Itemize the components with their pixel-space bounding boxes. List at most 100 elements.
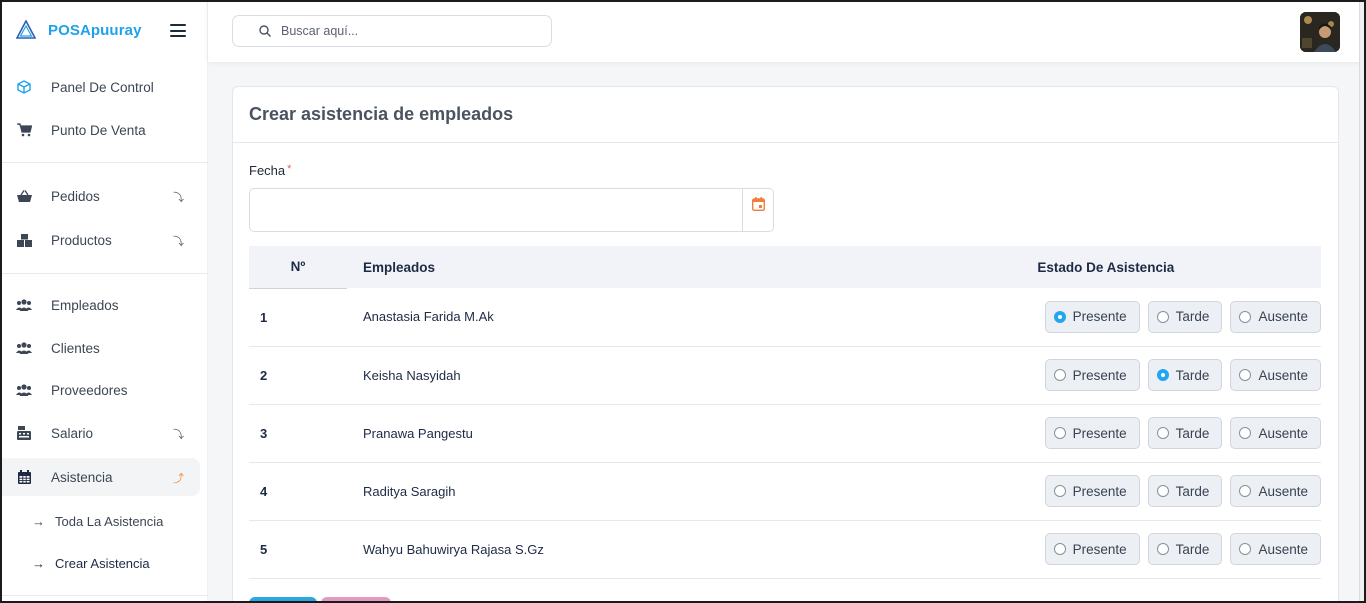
users-icon [16,340,32,356]
radio-button[interactable] [1239,427,1252,439]
save-button[interactable] [249,597,317,603]
radio-button[interactable] [1053,427,1066,439]
calendar-icon [751,197,765,211]
status-option-label: Tarde [1175,367,1210,383]
column-header-number: Nº [249,246,347,289]
search-input[interactable] [281,24,541,38]
radio-button[interactable] [1053,310,1066,323]
status-option-ausente[interactable]: Ausente [1230,417,1321,449]
sidebar-item-asistencia[interactable]: Asistencia ⤴ [0,458,200,496]
status-option-presente[interactable]: Presente [1044,417,1140,449]
radio-button[interactable] [1156,310,1169,323]
status-option-label: Tarde [1175,483,1210,499]
sidebar-item-clientes[interactable]: Clientes [0,329,200,367]
radio-button[interactable] [1156,485,1169,497]
sidebar-item-pedidos[interactable]: Pedidos ⤵ [0,177,200,215]
status-option-tarde[interactable]: Tarde [1147,417,1223,449]
radio-button[interactable] [1053,543,1066,555]
sidebar-item-punto-de-venta[interactable]: Punto De Venta [0,111,200,149]
table-row: 1 Anastasia Farida M.Ak Presente Tarde Ausen… [249,288,1321,347]
status-option-tarde[interactable]: Tarde [1147,475,1223,507]
sidebar-item-label: Proveedores [51,382,128,398]
card-header: Crear asistencia de empleados [233,87,1338,143]
status-option-label: Ausente [1258,309,1308,325]
status-option-presente[interactable]: Presente [1044,359,1140,391]
status-option-ausente[interactable]: Ausente [1230,475,1321,507]
row-number: 3 [249,404,347,463]
sidebar-item-productos[interactable]: Productos ⤵ [0,221,200,259]
attendance-card: Crear asistencia de empleados Fecha * Nº … [232,86,1339,603]
calendar-icon [16,469,32,485]
sidebar: POSApuuray Panel De Control Punto De Ven… [0,0,208,603]
sidebar-subitem-label: Toda La Asistencia [55,513,164,529]
radio-button[interactable] [1239,485,1252,497]
status-option-tarde[interactable]: Tarde [1147,359,1223,391]
status-option-tarde[interactable]: Tarde [1147,300,1223,333]
status-option-label: Presente [1072,541,1127,557]
attendance-status-cell: Presente Tarde Ausente [890,288,1321,347]
sidebar-item-label: Productos [51,232,112,248]
status-option-ausente[interactable]: Ausente [1230,359,1321,391]
status-option-tarde[interactable]: Tarde [1147,533,1223,565]
chevron-icon: ⤵ [173,236,184,248]
status-option-label: Ausente [1258,541,1308,557]
sidebar-item-label: Clientes [51,340,100,356]
sidebar-subitem-crear-asistencia[interactable]: → Crear Asistencia [32,552,150,574]
avatar[interactable] [1300,12,1340,52]
search-icon [259,25,271,37]
sidebar-item-label: Panel De Control [51,79,154,95]
calendar-picker-button[interactable] [742,189,773,231]
boxes-icon [16,232,32,248]
status-option-presente[interactable]: Presente [1044,533,1140,565]
row-number: 2 [249,346,347,405]
arrow-right-icon: → [32,513,45,529]
divider [0,273,208,274]
divider [0,595,208,596]
sidebar-subitem-label: Crear Asistencia [55,555,150,571]
row-number: 4 [249,462,347,521]
date-label-text: Fecha [249,163,286,178]
cash-register-icon [16,425,32,441]
sidebar-item-salario[interactable]: Salario ⤵ [0,414,200,452]
status-option-ausente[interactable]: Ausente [1230,300,1321,333]
attendance-status-cell: Presente Tarde Ausente [890,520,1321,579]
attendance-options: Presente Tarde Ausente [482,417,1321,449]
status-option-label: Presente [1072,367,1127,383]
radio-button[interactable] [1156,369,1169,381]
attendance-status-cell: Presente Tarde Ausente [890,346,1321,405]
users-icon [16,382,32,398]
sidebar-item-empleados[interactable]: Empleados [0,286,200,324]
sidebar-subitem-toda-la-asistencia[interactable]: → Toda La Asistencia [32,510,163,532]
chevron-up-icon: ⤴ [173,473,184,485]
radio-button[interactable] [1239,369,1252,381]
status-option-ausente[interactable]: Ausente [1230,533,1321,565]
radio-button[interactable] [1239,543,1252,555]
row-number: 1 [249,288,347,347]
radio-button[interactable] [1156,427,1169,439]
chevron-icon: ⤵ [173,429,184,441]
table-row: 2 Keisha Nasyidah Presente Tarde Ausente [249,346,1321,405]
status-option-presente[interactable]: Presente [1044,300,1140,333]
radio-button[interactable] [1239,310,1252,323]
radio-button[interactable] [1156,543,1169,555]
scrollbar[interactable] [1359,0,1366,603]
app-name: POSApuuray [48,21,142,39]
sidebar-item-panel-de-control[interactable]: Panel De Control [0,68,200,106]
menu-toggle-icon[interactable] [170,24,186,37]
row-number: 5 [249,520,347,579]
attendance-status-cell: Presente Tarde Ausente [890,462,1321,521]
status-option-presente[interactable]: Presente [1044,475,1140,507]
date-field[interactable] [249,188,774,232]
sidebar-item-label: Asistencia [51,469,113,485]
cube-icon [16,79,32,95]
page-title: Crear asistencia de empleados [249,104,514,124]
chevron-icon: ⤵ [173,192,184,204]
status-option-label: Ausente [1258,425,1308,441]
reset-button[interactable] [321,597,391,603]
radio-button[interactable] [1053,485,1066,497]
status-option-label: Ausente [1258,483,1308,499]
cart-icon [16,122,32,138]
radio-button[interactable] [1053,369,1066,381]
brand: POSApuuray [0,0,207,60]
sidebar-item-proveedores[interactable]: Proveedores [0,371,200,409]
